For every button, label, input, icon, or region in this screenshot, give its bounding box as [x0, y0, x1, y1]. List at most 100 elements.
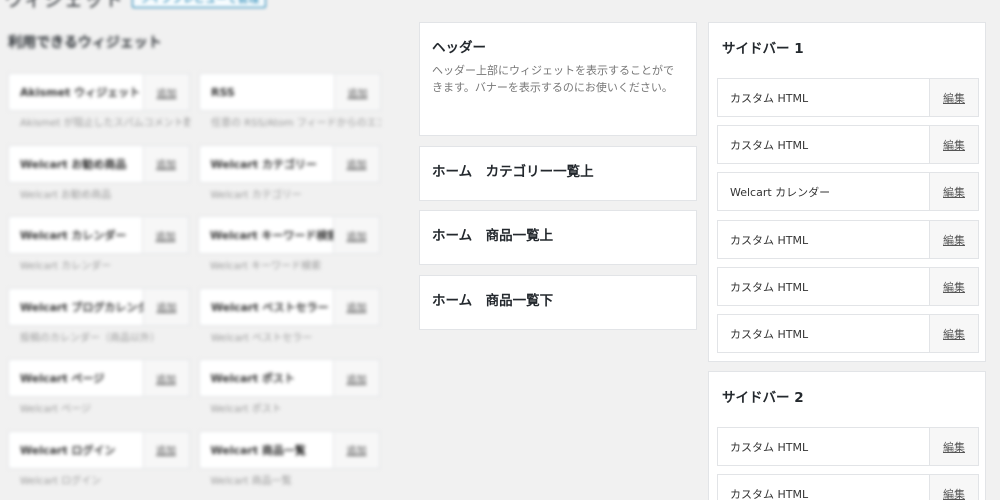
widget-welcart-calendar: Welcart カレンダー 追加 Welcart カレンダー [8, 216, 189, 288]
widget-welcart-recommend: Welcart お勧め商品 追加 Welcart お勧め商品 [8, 144, 190, 217]
widget-name: Welcart 商品一覧 [210, 443, 306, 457]
widget-area-title: ホーム 商品一覧上 [432, 228, 554, 244]
widget-welcart-item-list: Welcart 商品一覧 追加 Welcart 商品一覧 [198, 430, 380, 500]
widget-area-sidebar-1[interactable]: サイドバー 1 カスタム HTML 編集 カスタム HTML 編集 Welcar… [708, 22, 986, 362]
sidebar-widget[interactable]: Welcart カレンダー 編集 [717, 172, 979, 211]
widget-description: 任意の RSS/Atom フィードからのエントリー。 [211, 118, 381, 129]
edit-link[interactable]: 編集 [929, 221, 978, 258]
widget-name: Welcart ブログカレンダー [20, 300, 143, 314]
widget-tile[interactable]: Welcart ログイン 追加 [8, 430, 190, 469]
widget-add-button[interactable]: 追加 [333, 360, 379, 396]
widget-tile[interactable]: Welcart ページ 追加 [8, 359, 190, 397]
sidebar-widget-name: カスタム HTML [730, 138, 809, 152]
widget-welcart-post: Welcart ポスト 追加 Welcart ポスト [198, 359, 380, 431]
widget-name: Welcart お勧め商品 [20, 157, 127, 171]
widget-area-home-items-bottom[interactable]: ホーム 商品一覧下 [419, 275, 697, 330]
widget-welcart-blog-calendar: Welcart ブログカレンダー 追加 投稿のカレンダー（商品以外） [8, 287, 190, 360]
widget-welcart-keyword: Welcart キーワード検索 追加 Welcart キーワード検索 [198, 216, 380, 288]
widget-akismet: Akismet ウィジェット 追加 Akismet が阻止したスパムコメント数を… [8, 73, 190, 145]
widget-add-button[interactable]: 追加 [333, 217, 379, 253]
widget-add-button[interactable]: 追加 [142, 217, 188, 253]
sidebar-widget-name: カスタム HTML [730, 91, 809, 105]
available-widgets-panel: 利用できるウィジェット Akismet ウィジェット 追加 Akismet が阻… [0, 0, 395, 500]
widget-row: Welcart ページ 追加 Welcart ページ Welcart ポスト 追… [8, 359, 380, 431]
widget-name: Welcart ポスト [210, 372, 295, 385]
widget-add-button[interactable]: 追加 [143, 288, 189, 325]
sidebar-widget-name: Welcart カレンダー [730, 185, 831, 199]
widget-row: Welcart ブログカレンダー 追加 投稿のカレンダー（商品以外） Welca… [8, 287, 380, 360]
widget-add-button[interactable]: 追加 [143, 74, 189, 110]
available-widgets-grid: Akismet ウィジェット 追加 Akismet が阻止したスパムコメント数を… [8, 73, 381, 500]
widget-add-button[interactable]: 追加 [333, 431, 379, 468]
widget-area-description: ヘッダー上部にウィジェットを表示することができます。バナーを表示するのにお使いく… [432, 64, 674, 95]
widget-area-title: ヘッダー [432, 40, 486, 56]
widget-name: Welcart カレンダー [20, 229, 127, 242]
widget-add-button[interactable]: 追加 [142, 431, 189, 468]
edit-link[interactable]: 編集 [929, 79, 978, 116]
widget-area-home-category-top[interactable]: ホーム カテゴリー一覧上 [419, 146, 697, 201]
widget-tile[interactable]: Welcart 商品一覧 追加 [198, 430, 380, 469]
widget-description: Welcart ポスト [210, 404, 282, 415]
widget-tile[interactable]: Welcart ブログカレンダー 追加 [8, 287, 190, 326]
widget-row: Welcart お勧め商品 追加 Welcart お勧め商品 Welcart カ… [8, 144, 380, 217]
edit-link[interactable]: 編集 [929, 268, 978, 305]
widget-tile[interactable]: Welcart お勧め商品 追加 [8, 144, 190, 183]
widget-description: Welcart お勧め商品 [20, 189, 112, 201]
widget-add-button[interactable]: 追加 [334, 74, 380, 110]
widget-description: Welcart ベストセラー [211, 332, 313, 344]
widget-welcart-page: Welcart ページ 追加 Welcart ページ [8, 359, 190, 431]
widget-tile[interactable]: Akismet ウィジェット 追加 [8, 73, 190, 111]
widget-add-button[interactable]: 追加 [142, 145, 189, 182]
sidebar-widget[interactable]: カスタム HTML 編集 [717, 267, 979, 306]
widget-tile[interactable]: Welcart ベストセラー 追加 [199, 287, 380, 326]
sidebar-widget[interactable]: カスタム HTML 編集 [717, 314, 979, 353]
widget-name: Welcart カテゴリー [210, 157, 317, 171]
sidebar-widget-name: カスタム HTML [730, 327, 809, 341]
widget-row: Welcart カレンダー 追加 Welcart カレンダー Welcart キ… [8, 216, 380, 288]
sidebar-widget[interactable]: カスタム HTML 編集 [717, 78, 979, 117]
sidebar-widget[interactable]: カスタム HTML 編集 [717, 427, 979, 466]
widget-rss: RSS 追加 任意の RSS/Atom フィードからのエントリー。 [199, 73, 381, 145]
widget-tile[interactable]: RSS 追加 [199, 73, 381, 111]
sidebar-widget[interactable]: カスタム HTML 編集 [717, 125, 979, 164]
sidebar-widget-name: カスタム HTML [730, 487, 809, 500]
widget-name: RSS [211, 85, 235, 99]
available-widgets-title: 利用できるウィジェット [8, 35, 162, 51]
widget-name: Welcart キーワード検索 [210, 229, 333, 242]
widget-area-title: サイドバー 2 [722, 390, 804, 406]
widget-area-title: ホーム カテゴリー一覧上 [432, 164, 594, 180]
widget-tile[interactable]: Welcart キーワード検索 追加 [198, 216, 380, 254]
widget-row: Welcart ログイン 追加 Welcart ログイン Welcart 商品一… [8, 430, 380, 500]
edit-link[interactable]: 編集 [929, 126, 978, 163]
edit-link[interactable]: 編集 [929, 315, 978, 352]
widget-description: Welcart キーワード検索 [210, 261, 322, 272]
widget-welcart-category: Welcart カテゴリー 追加 Welcart カテゴリー [198, 144, 380, 217]
widget-row: Akismet ウィジェット 追加 Akismet が阻止したスパムコメント数を… [8, 73, 381, 145]
widget-tile[interactable]: Welcart ポスト 追加 [198, 359, 380, 397]
widget-area-header[interactable]: ヘッダー ヘッダー上部にウィジェットを表示することができます。バナーを表示するの… [419, 22, 697, 136]
widget-welcart-login: Welcart ログイン 追加 Welcart ログイン [8, 430, 190, 500]
widget-description: Akismet が阻止したスパムコメント数を表示 [20, 118, 190, 129]
widget-name: Welcart ベストセラー [211, 300, 329, 314]
edit-link[interactable]: 編集 [929, 475, 978, 500]
widget-area-title: ホーム 商品一覧下 [432, 293, 554, 309]
widget-description: Welcart カテゴリー [210, 189, 302, 201]
widget-tile[interactable]: Welcart カテゴリー 追加 [198, 144, 380, 183]
widget-area-home-items-top[interactable]: ホーム 商品一覧上 [419, 210, 697, 265]
widget-add-button[interactable]: 追加 [333, 145, 379, 182]
widget-name: Welcart ログイン [20, 443, 116, 457]
edit-link[interactable]: 編集 [929, 173, 978, 210]
widget-description: Welcart 商品一覧 [210, 475, 292, 487]
widget-area-sidebar-2[interactable]: サイドバー 2 カスタム HTML 編集 カスタム HTML 編集 [708, 371, 986, 500]
widget-description: 投稿のカレンダー（商品以外） [20, 332, 160, 344]
sidebar-widget[interactable]: カスタム HTML 編集 [717, 220, 979, 259]
sidebar-widget-name: カスタム HTML [730, 440, 809, 454]
widget-description: Welcart ページ [20, 404, 91, 415]
widget-welcart-bestseller: Welcart ベストセラー 追加 Welcart ベストセラー [199, 287, 380, 360]
widget-name: Akismet ウィジェット [20, 86, 141, 99]
widget-tile[interactable]: Welcart カレンダー 追加 [8, 216, 189, 254]
edit-link[interactable]: 編集 [929, 428, 978, 465]
widget-add-button[interactable]: 追加 [142, 360, 189, 396]
sidebar-widget[interactable]: カスタム HTML 編集 [717, 474, 979, 500]
widget-add-button[interactable]: 追加 [333, 288, 379, 325]
